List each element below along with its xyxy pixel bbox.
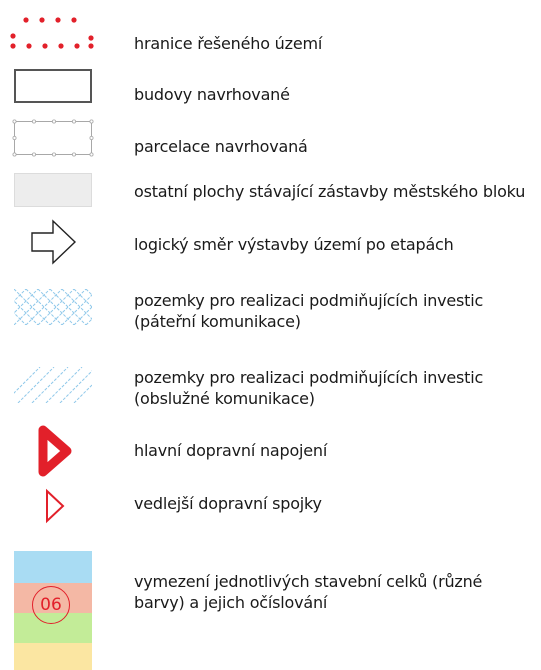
boundary-dots-icon	[9, 16, 95, 50]
unit-stripe-blue	[14, 551, 92, 583]
unit-stripes-icon: 06	[14, 551, 92, 670]
main-connection-triangle-icon	[36, 423, 74, 479]
grey-area-icon	[14, 173, 92, 207]
legend-label-units-line1: vymezení jednotlivých stavební celků (rů…	[134, 572, 483, 591]
legend-label-service: pozemky pro realizaci podmiňujících inve…	[134, 367, 483, 409]
legend-label-direction: logický směr výstavby území po etapách	[134, 235, 454, 254]
crosshatch-icon	[14, 289, 92, 325]
direction-arrow-icon	[31, 219, 77, 265]
legend-label-parcels: parcelace navrhovaná	[134, 137, 308, 156]
legend-label-units-line2: barvy) a jejich očíslování	[134, 593, 328, 612]
legend-label-buildings: budovy navrhované	[134, 85, 290, 104]
diagonal-hatch-icon	[14, 367, 92, 403]
legend-label-backbone: pozemky pro realizaci podmiňujících inve…	[134, 290, 483, 332]
legend-label-main-connection: hlavní dopravní napojení	[134, 441, 328, 460]
legend-label-backbone-line1: pozemky pro realizaci podmiňujících inve…	[134, 291, 484, 310]
legend-label-service-line2: (obslužné komunikace)	[134, 389, 315, 408]
building-rect-icon	[14, 69, 92, 103]
legend-label-side-connection: vedlejší dopravní spojky	[134, 494, 322, 513]
legend-label-boundary: hranice řešeného území	[134, 34, 323, 53]
side-connection-triangle-icon	[44, 488, 68, 524]
parcel-rect-icon	[12, 119, 94, 157]
legend-label-other-areas: ostatní plochy stávající zástavby městsk…	[134, 182, 526, 201]
legend-label-service-line1: pozemky pro realizaci podmiňujících inve…	[134, 368, 484, 387]
unit-stripe-yellow	[14, 643, 92, 670]
legend-label-units: vymezení jednotlivých stavební celků (rů…	[134, 571, 482, 613]
unit-number: 06	[40, 595, 62, 615]
legend-label-backbone-line2: (páteřní komunikace)	[134, 312, 301, 331]
